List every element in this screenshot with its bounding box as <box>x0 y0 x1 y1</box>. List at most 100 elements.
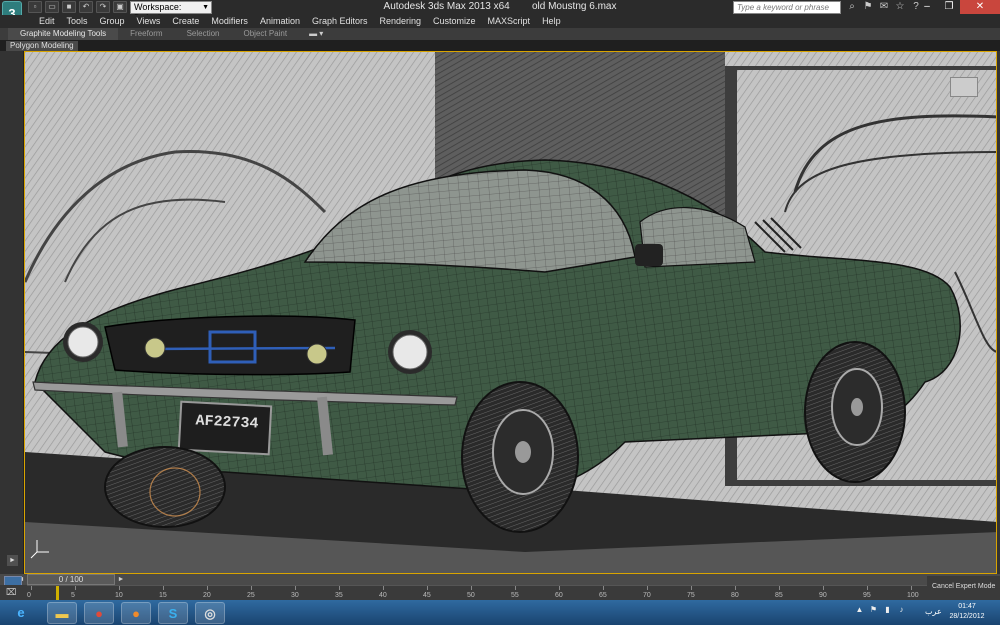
subscription-icon[interactable]: ⚑ <box>862 1 874 13</box>
trackbar-tick-label: 85 <box>775 592 783 599</box>
network-icon[interactable]: ▮ <box>883 605 892 615</box>
chevron-down-icon: ▼ <box>202 4 209 11</box>
info-center: ⌕ ⚑ ✉ ☆ ? <box>846 1 922 13</box>
expand-panel-icon[interactable]: ► <box>7 555 18 566</box>
menu-graph-editors[interactable]: Graph Editors <box>306 15 374 28</box>
quick-access-toolbar: ▫ ▭ ■ ↶ ↷ ▣ <box>28 1 127 14</box>
trackbar-tick <box>647 586 648 590</box>
tab-freeform[interactable]: Freeform <box>118 28 174 40</box>
menu-bar: Edit Tools Group Views Create Modifiers … <box>0 15 1000 28</box>
menu-maxscript[interactable]: MAXScript <box>482 15 537 28</box>
trackbar-tick-label: 55 <box>511 592 519 599</box>
filter-icon[interactable]: ⌧ <box>6 587 16 598</box>
trackbar-tick-label: 90 <box>819 592 827 599</box>
trackbar-tick-label: 60 <box>555 592 563 599</box>
new-file-icon[interactable]: ▫ <box>28 1 42 13</box>
trackbar-filter: ⌧ <box>0 585 27 600</box>
menu-edit[interactable]: Edit <box>33 15 61 28</box>
trackbar-tick <box>779 586 780 590</box>
trackbar-tick-label: 80 <box>731 592 739 599</box>
volume-icon[interactable]: ♪ <box>897 605 906 615</box>
trackbar-tick-label: 20 <box>203 592 211 599</box>
trackbar-tick <box>427 586 428 590</box>
file-explorer-icon: ▬ <box>55 606 69 621</box>
trackbar-tick <box>383 586 384 590</box>
trackbar-tick-label: 75 <box>687 592 695 599</box>
favorites-star-icon[interactable]: ☆ <box>894 1 906 13</box>
binoculars-icon[interactable]: ⌕ <box>846 1 858 13</box>
taskbar-clock[interactable]: 01:47 28/12/2012 <box>944 602 990 622</box>
trackbar-tick-label: 40 <box>379 592 387 599</box>
communication-icon[interactable]: ✉ <box>878 1 890 13</box>
time-slider-thumb[interactable]: 0 / 100 <box>27 574 115 585</box>
minimize-button[interactable]: – <box>916 0 938 14</box>
skype-icon: S <box>168 606 178 621</box>
menu-help[interactable]: Help <box>536 15 567 28</box>
menu-rendering[interactable]: Rendering <box>374 15 428 28</box>
menu-modifiers[interactable]: Modifiers <box>205 15 254 28</box>
taskbar-3dsmax[interactable]: ◎ <box>195 602 225 624</box>
close-button[interactable]: ✕ <box>960 0 1000 14</box>
start-button[interactable]: e <box>6 602 36 624</box>
polygon-modeling-panel[interactable]: Polygon Modeling <box>6 41 78 51</box>
trackbar-tick <box>691 586 692 590</box>
tab-selection[interactable]: Selection <box>175 28 232 40</box>
trackbar-tick <box>119 586 120 590</box>
scene-render <box>25 52 996 573</box>
internet-explorer-icon: e <box>17 605 25 620</box>
trackbar-tick <box>207 586 208 590</box>
redo-icon[interactable]: ↷ <box>96 1 110 13</box>
tray-expand-icon[interactable]: ▲ <box>855 605 864 615</box>
trackbar-tick-label: 15 <box>159 592 167 599</box>
undo-icon[interactable]: ↶ <box>79 1 93 13</box>
menu-tools[interactable]: Tools <box>61 15 94 28</box>
trackbar-tick <box>471 586 472 590</box>
trackbar-tick-label: 45 <box>423 592 431 599</box>
viewcube[interactable] <box>950 77 978 97</box>
open-file-icon[interactable]: ▭ <box>45 1 59 13</box>
trackbar-tick <box>75 586 76 590</box>
trackbar-tick-label: 70 <box>643 592 651 599</box>
menu-create[interactable]: Create <box>166 15 205 28</box>
trackbar-tick <box>823 586 824 590</box>
ribbon-tabs: Graphite Modeling Tools Freeform Selecti… <box>0 28 1000 40</box>
maximize-button[interactable]: ❐ <box>938 0 960 14</box>
trackbar-tick-label: 100 <box>907 592 919 599</box>
current-frame-marker[interactable] <box>56 586 59 601</box>
menu-customize[interactable]: Customize <box>427 15 482 28</box>
taskbar-skype[interactable]: S <box>158 602 188 624</box>
taskbar-explorer[interactable]: ▬ <box>47 602 77 624</box>
slider-next-icon[interactable]: ► <box>115 574 127 585</box>
time-slider[interactable]: ◄ 0 / 100 ► <box>0 574 1000 585</box>
perspective-viewport[interactable]: AF22734 <box>24 51 997 574</box>
trackbar-tick <box>911 586 912 590</box>
taskbar-firefox[interactable]: ● <box>121 602 151 624</box>
trackbar-tick <box>251 586 252 590</box>
workspace-dropdown[interactable]: Workspace: Default▼ <box>130 1 212 23</box>
tab-graphite-modeling-tools[interactable]: Graphite Modeling Tools <box>8 28 119 40</box>
menu-group[interactable]: Group <box>94 15 131 28</box>
trackbar-tick-label: 50 <box>467 592 475 599</box>
search-input[interactable]: Type a keyword or phrase <box>733 1 841 14</box>
taskbar-chrome[interactable]: ● <box>84 602 114 624</box>
tab-object-paint[interactable]: Object Paint <box>232 28 300 40</box>
window-controls: – ❐ ✕ <box>916 0 1000 14</box>
clock-date: 28/12/2012 <box>949 613 985 620</box>
trackbar-tick <box>31 586 32 590</box>
trackbar-tick <box>603 586 604 590</box>
clock-time: 01:47 <box>958 603 976 610</box>
ribbon-options-icon[interactable]: ▬ ▾ <box>299 28 333 40</box>
save-file-icon[interactable]: ■ <box>62 1 76 13</box>
menu-animation[interactable]: Animation <box>254 15 306 28</box>
track-bar[interactable]: 0 5 10 15 20 25 30 35 40 45 50 55 60 65 70 75 80 85 90 95 10… <box>27 585 927 601</box>
flag-icon[interactable]: ⚑ <box>869 605 878 615</box>
system-tray: ▲ ⚑ ▮ ♪ <box>855 605 906 615</box>
hold-icon[interactable]: ▣ <box>113 1 127 13</box>
trackbar-tick-label: 30 <box>291 592 299 599</box>
file-name: old Moustng 6.max <box>531 1 617 12</box>
menu-views[interactable]: Views <box>131 15 167 28</box>
3dsmax-icon: ◎ <box>204 606 216 621</box>
app-name: Autodesk 3ds Max 2013 x64 <box>383 1 510 12</box>
language-indicator[interactable]: عرب <box>925 607 942 616</box>
cancel-expert-mode-button[interactable]: Cancel Expert Mode <box>932 583 995 590</box>
